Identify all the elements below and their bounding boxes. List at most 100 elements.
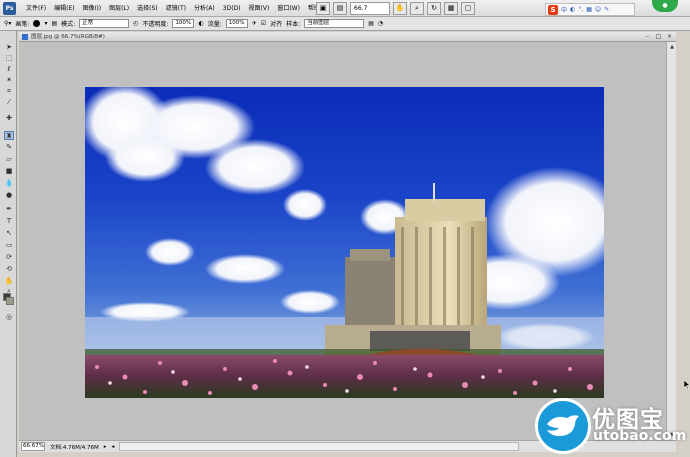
sample-select[interactable]: 当前图层 xyxy=(304,19,365,28)
ime-user-icon[interactable]: ☺ xyxy=(595,6,601,13)
history-brush-icon[interactable]: ✎ xyxy=(4,143,14,152)
scroll-up-icon[interactable]: ▲ xyxy=(668,43,676,51)
podium-glass xyxy=(370,331,470,351)
ime-tools-icon[interactable]: ✎ xyxy=(604,6,609,13)
menu-3d[interactable]: 3D(D) xyxy=(219,0,245,17)
tool-preset-icon[interactable]: ⚲▾ xyxy=(4,20,11,27)
menu-window[interactable]: 窗口(W) xyxy=(273,0,304,17)
3d-camera-icon[interactable]: ⟲ xyxy=(4,265,14,274)
menu-layer[interactable]: 图层(L) xyxy=(105,0,133,17)
close-icon[interactable]: × xyxy=(665,33,674,41)
hand-icon[interactable]: ✋ xyxy=(4,277,14,286)
gradient-icon[interactable]: ■ xyxy=(4,167,14,176)
menu-edit[interactable]: 编辑(E) xyxy=(50,0,78,17)
pressure-size-icon[interactable]: ◔ xyxy=(378,20,383,27)
chevron-down-icon[interactable]: ▾ xyxy=(44,20,47,27)
ime-keyboard-icon[interactable]: ▦ xyxy=(586,6,592,13)
maximize-icon[interactable]: □ xyxy=(654,33,663,41)
pen-icon[interactable]: ✒ xyxy=(4,205,14,214)
menubar-tools: ▣ ▤ 66.7 ✋ ⌕ ↻ ▦ ▢ xyxy=(316,2,475,15)
arrange-documents-icon[interactable]: ▦ xyxy=(444,2,458,15)
right-panel-edge xyxy=(676,31,690,457)
zoom-input[interactable]: 66.67% xyxy=(21,442,45,451)
mouse-cursor-icon xyxy=(684,380,690,389)
building-antenna xyxy=(433,183,435,201)
ime-punctuation-icon[interactable]: °, xyxy=(578,6,583,13)
flow-label: 流量: xyxy=(207,21,222,28)
cloud xyxy=(205,139,305,195)
ignore-adjustment-layers-icon[interactable]: ▤ xyxy=(368,20,374,27)
document-title: 图层.jpg @ 66.7%(RGB/8#) xyxy=(31,34,105,40)
menu-filter[interactable]: 滤镜(T) xyxy=(162,0,190,17)
status-arrow-icon[interactable]: ▸ xyxy=(104,444,107,450)
menu-select[interactable]: 选择(S) xyxy=(133,0,162,17)
opacity-input[interactable]: 100% xyxy=(172,19,195,28)
flower-field xyxy=(85,355,604,398)
blur-icon[interactable]: 💧 xyxy=(4,179,14,188)
eyedropper-icon[interactable]: ⁄ xyxy=(4,98,14,107)
clone-source-panel-icon[interactable]: ▤ xyxy=(51,20,57,27)
zoom-level-dropdown[interactable]: 66.7 xyxy=(350,2,390,15)
status-doc-info[interactable]: 文档:4.76M/4.76M xyxy=(50,443,99,451)
tools-panel: ➤ ⬚ ℓ ✶ ⌗ ⁄ ✚ ♜ ✎ ▱ ■ 💧 ● ✒ T ↖ ▭ ⟳ ⟲ ✋ … xyxy=(0,31,17,457)
mini-bridge-icon[interactable]: ▤ xyxy=(333,2,347,15)
hscroll-left-icon[interactable]: ◂ xyxy=(111,444,114,450)
flow-input[interactable]: 100% xyxy=(225,19,248,28)
building-crown xyxy=(405,199,485,221)
mode-label: 模式: xyxy=(61,21,76,28)
aligned-label: 对齐 xyxy=(270,21,283,28)
zoom-tool-icon[interactable]: ⌕ xyxy=(410,2,424,15)
sogou-ime-icon[interactable]: S xyxy=(548,4,558,15)
shape-icon[interactable]: ▭ xyxy=(4,241,14,250)
marquee-icon[interactable]: ⬚ xyxy=(4,54,14,63)
path-select-icon[interactable]: ↖ xyxy=(4,229,14,238)
sample-label: 样本: xyxy=(286,21,301,28)
aligned-checkbox[interactable]: ☑ xyxy=(261,20,266,27)
type-icon[interactable]: T xyxy=(4,217,14,226)
ime-chinese-mode[interactable]: 中 xyxy=(561,5,567,14)
bridge-icon[interactable]: ▣ xyxy=(316,2,330,15)
minimize-icon[interactable]: – xyxy=(643,33,652,41)
menu-view[interactable]: 视图(V) xyxy=(245,0,274,17)
quick-mask-icon[interactable]: ◎ xyxy=(4,313,14,322)
rotate-view-icon[interactable]: ↻ xyxy=(427,2,441,15)
document-tab[interactable]: 图层.jpg @ 66.7%(RGB/8#) – □ × xyxy=(19,32,676,42)
menu-image[interactable]: 图像(I) xyxy=(79,0,105,17)
ime-moon-icon[interactable]: ◐ xyxy=(570,6,575,13)
menu-analysis[interactable]: 分析(A) xyxy=(190,0,219,17)
opacity-label: 不透明度: xyxy=(142,21,169,28)
lasso-icon[interactable]: ℓ xyxy=(4,65,14,74)
magic-wand-icon[interactable]: ✶ xyxy=(4,76,14,85)
cloud xyxy=(283,189,327,221)
pressure-icon[interactable]: ◴ xyxy=(133,20,138,27)
document-window: 图层.jpg @ 66.7%(RGB/8#) – □ × ▲ ▼ 66.67% … xyxy=(19,32,676,452)
mode-select[interactable]: 正常 xyxy=(79,19,130,28)
healing-brush-icon[interactable]: ✚ xyxy=(4,114,14,123)
airbrush-icon[interactable]: ✈ xyxy=(252,20,257,27)
menu-bar: Ps 文件(F) 编辑(E) 图像(I) 图层(L) 选择(S) 滤镜(T) 分… xyxy=(0,0,690,17)
cloud xyxy=(145,238,195,266)
screen-mode-icon[interactable]: ▢ xyxy=(461,2,475,15)
background-color-swatch[interactable] xyxy=(6,297,14,305)
photo-building-sky-flowers[interactable] xyxy=(85,87,604,398)
pressure-opacity-icon[interactable]: ◐ xyxy=(198,20,203,27)
treeline xyxy=(85,349,604,355)
hand-tool-icon[interactable]: ✋ xyxy=(393,2,407,15)
dodge-icon[interactable]: ● xyxy=(4,191,14,200)
vertical-scrollbar[interactable]: ▲ ▼ xyxy=(666,42,676,440)
move-icon[interactable]: ➤ xyxy=(4,43,14,52)
3d-rotate-icon[interactable]: ⟳ xyxy=(4,253,14,262)
bird-icon xyxy=(547,415,579,436)
menu-items: 文件(F) 编辑(E) 图像(I) 图层(L) 选择(S) 滤镜(T) 分析(A… xyxy=(22,0,333,17)
eraser-icon[interactable]: ▱ xyxy=(4,155,14,164)
crop-icon[interactable]: ⌗ xyxy=(4,87,14,96)
menu-file[interactable]: 文件(F) xyxy=(22,0,50,17)
canvas-area[interactable] xyxy=(19,42,666,440)
cloud xyxy=(105,132,185,182)
document-icon xyxy=(22,34,28,40)
floating-green-button[interactable]: ● xyxy=(652,0,678,12)
brush-preset-icon[interactable] xyxy=(33,20,41,27)
photo-illustration xyxy=(85,87,604,398)
horizontal-scrollbar[interactable] xyxy=(119,442,520,451)
clone-stamp-icon[interactable]: ♜ xyxy=(4,131,14,140)
